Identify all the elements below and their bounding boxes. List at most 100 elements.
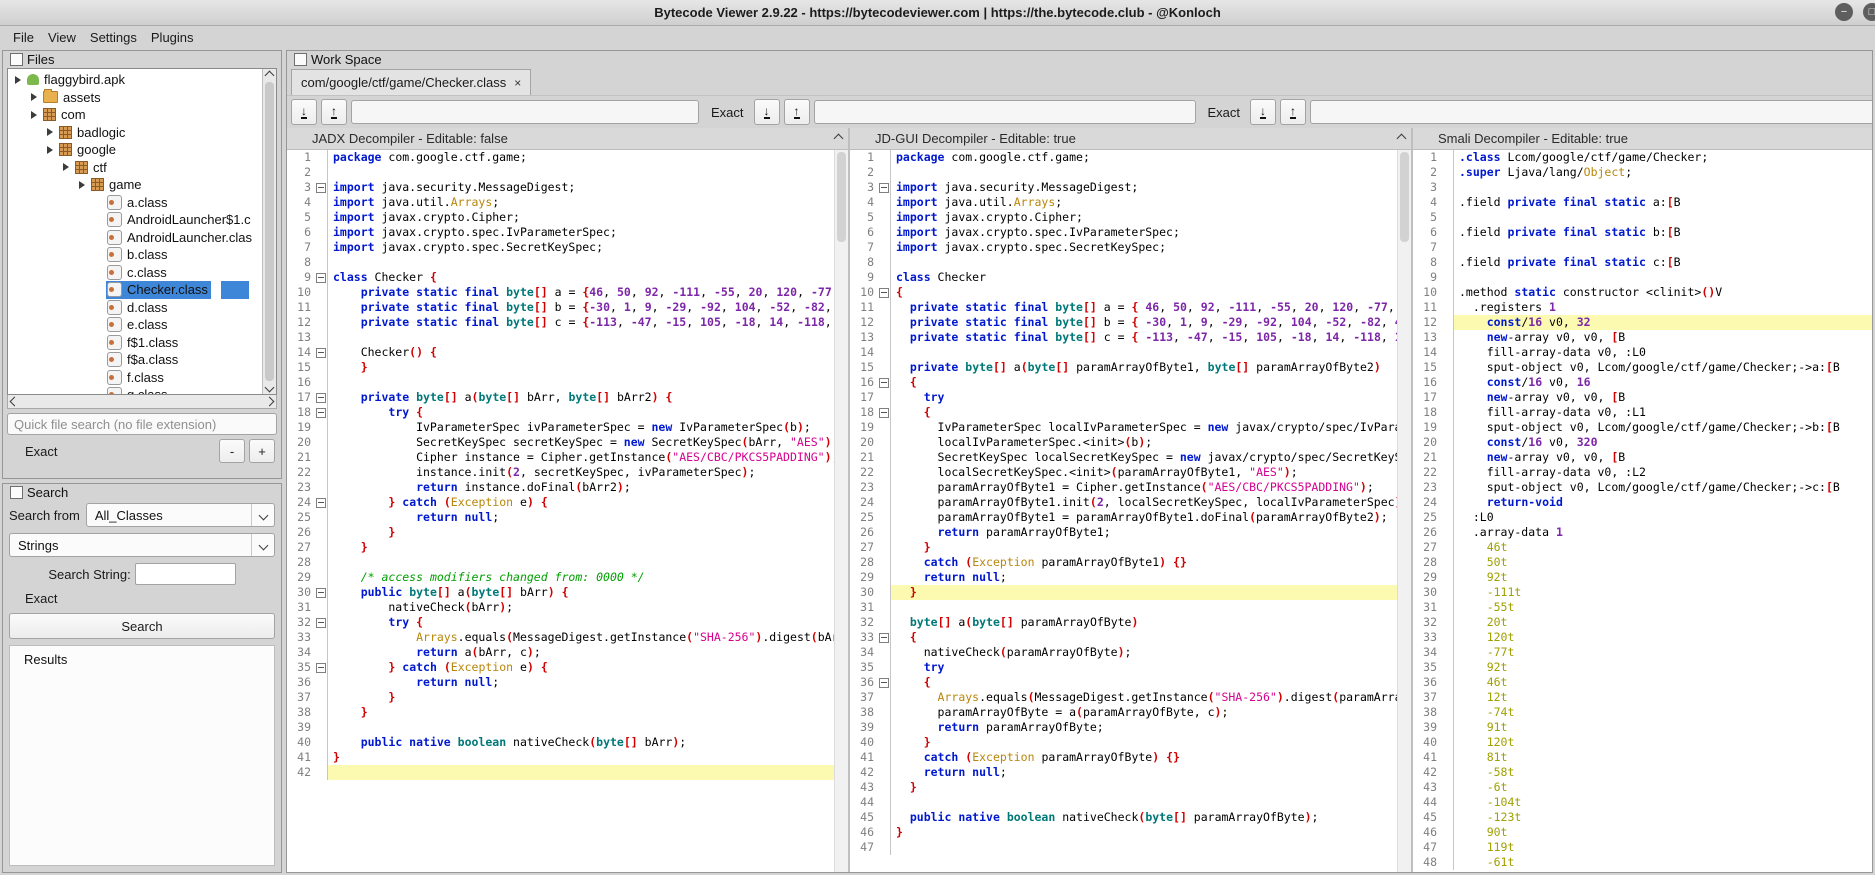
tree-item-flaggybird.apk[interactable]: flaggybird.apk: [8, 71, 262, 89]
scroll-left-icon[interactable]: [10, 397, 20, 407]
tree-item-f$a.class[interactable]: f$a.class: [8, 351, 262, 369]
tree-vertical-scrollbar[interactable]: [262, 69, 276, 394]
tree-item-c.class[interactable]: c.class: [8, 264, 262, 282]
file-tree[interactable]: flaggybird.apkassetscombadlogicgooglectf…: [8, 69, 262, 394]
tree-item-ctf[interactable]: ctf: [8, 159, 262, 177]
tree-item-AndroidLauncher.clas[interactable]: AndroidLauncher.clas: [8, 229, 262, 247]
expand-arrow-icon[interactable]: [12, 74, 24, 86]
fold-toggle[interactable]: [314, 180, 328, 195]
fold-toggle[interactable]: [314, 660, 328, 675]
fold-toggle[interactable]: [314, 585, 328, 600]
collapse-icon[interactable]: [316, 273, 326, 283]
font-decrease-button[interactable]: -: [219, 439, 245, 463]
collapse-icon[interactable]: [879, 678, 889, 688]
fold-toggle[interactable]: [877, 675, 891, 690]
collapse-icon[interactable]: [879, 288, 889, 298]
expand-arrow-icon[interactable]: [28, 109, 40, 121]
search-button[interactable]: Search: [9, 613, 275, 639]
scrollbar-thumb[interactable]: [265, 82, 274, 381]
fold-toggle[interactable]: [877, 630, 891, 645]
pane-exact-label-1[interactable]: Exact: [703, 105, 750, 120]
panel-toggle-icon[interactable]: [10, 486, 23, 499]
smali-code-editor[interactable]: 1.class Lcom/google/ctf/game/Checker;2.s…: [1413, 150, 1872, 872]
fold-toggle[interactable]: [314, 405, 328, 420]
files-exact-label[interactable]: Exact: [25, 444, 58, 459]
minimize-icon[interactable]: −: [1835, 3, 1853, 21]
search-prev-button[interactable]: ↑: [1280, 99, 1306, 125]
collapse-icon[interactable]: [879, 408, 889, 418]
collapse-icon[interactable]: [879, 633, 889, 643]
tree-item-f.class[interactable]: f.class: [8, 369, 262, 387]
tab-close-icon[interactable]: ×: [514, 76, 521, 90]
tree-item-d.class[interactable]: d.class: [8, 299, 262, 317]
tree-item-com[interactable]: com: [8, 106, 262, 124]
tree-item-Checker.class[interactable]: Checker.class: [8, 281, 262, 299]
scroll-up-icon[interactable]: [1394, 131, 1409, 146]
fold-toggle[interactable]: [877, 375, 891, 390]
collapse-icon[interactable]: [316, 588, 326, 598]
jdgui-vertical-scrollbar[interactable]: [1397, 150, 1411, 872]
pane-search-input-1[interactable]: [351, 100, 699, 124]
font-increase-button[interactable]: +: [249, 439, 275, 463]
fold-toggle[interactable]: [877, 405, 891, 420]
expand-arrow-icon[interactable]: [44, 144, 56, 156]
expand-arrow-icon[interactable]: [60, 161, 72, 173]
search-next-button[interactable]: ↓: [291, 99, 317, 125]
tree-item-assets[interactable]: assets: [8, 89, 262, 107]
panel-toggle-icon[interactable]: [294, 53, 307, 66]
tree-item-e.class[interactable]: e.class: [8, 316, 262, 334]
fold-toggle[interactable]: [877, 285, 891, 300]
tree-item-google[interactable]: google: [8, 141, 262, 159]
menu-plugins[interactable]: Plugins: [144, 30, 201, 45]
search-type-dropdown[interactable]: Strings: [9, 533, 275, 557]
fold-toggle[interactable]: [314, 270, 328, 285]
collapse-icon[interactable]: [879, 183, 889, 193]
tree-item-AndroidLauncher$1.c[interactable]: AndroidLauncher$1.c: [8, 211, 262, 229]
tree-item-a.class[interactable]: a.class: [8, 194, 262, 212]
expand-arrow-icon[interactable]: [44, 126, 56, 138]
search-results-area[interactable]: Results: [9, 645, 275, 866]
tree-item-g.class[interactable]: g.class: [8, 386, 262, 394]
fold-toggle[interactable]: [314, 345, 328, 360]
tree-horizontal-scrollbar[interactable]: [7, 395, 277, 409]
collapse-icon[interactable]: [879, 378, 889, 388]
panel-toggle-icon[interactable]: [10, 53, 23, 66]
jdgui-code-editor[interactable]: 1package com.google.ctf.game;23import ja…: [850, 150, 1397, 872]
collapse-icon[interactable]: [316, 393, 326, 403]
pane-search-input-2[interactable]: [814, 100, 1196, 124]
scroll-right-icon[interactable]: [265, 397, 275, 407]
tree-item-f$1.class[interactable]: f$1.class: [8, 334, 262, 352]
search-exact-label[interactable]: Exact: [25, 591, 58, 606]
search-prev-button[interactable]: ↑: [784, 99, 810, 125]
quick-file-search-input[interactable]: [7, 413, 277, 435]
collapse-icon[interactable]: [316, 183, 326, 193]
fold-toggle[interactable]: [314, 390, 328, 405]
search-next-button[interactable]: ↓: [754, 99, 780, 125]
fold-toggle[interactable]: [314, 495, 328, 510]
fold-toggle[interactable]: [877, 180, 891, 195]
collapse-icon[interactable]: [316, 348, 326, 358]
collapse-icon[interactable]: [316, 663, 326, 673]
maximize-icon[interactable]: □: [1863, 3, 1875, 21]
expand-arrow-icon[interactable]: [28, 91, 40, 103]
search-prev-button[interactable]: ↑: [321, 99, 347, 125]
expand-arrow-icon[interactable]: [76, 179, 88, 191]
menu-settings[interactable]: Settings: [83, 30, 144, 45]
chevron-down-icon[interactable]: [251, 534, 274, 556]
search-next-button[interactable]: ↓: [1250, 99, 1276, 125]
tree-item-game[interactable]: game: [8, 176, 262, 194]
jadx-code-editor[interactable]: 1package com.google.ctf.game;23import ja…: [287, 150, 834, 872]
collapse-icon[interactable]: [316, 498, 326, 508]
search-from-dropdown[interactable]: All_Classes: [86, 503, 275, 527]
fold-toggle[interactable]: [314, 615, 328, 630]
menu-view[interactable]: View: [41, 30, 83, 45]
chevron-down-icon[interactable]: [251, 504, 274, 526]
collapse-icon[interactable]: [316, 618, 326, 628]
scroll-down-icon[interactable]: [265, 383, 275, 393]
tab-checker-class[interactable]: com/google/ctf/game/Checker.class ×: [291, 69, 531, 95]
search-string-input[interactable]: [135, 563, 236, 585]
pane-exact-label-2[interactable]: Exact: [1200, 105, 1247, 120]
scroll-up-icon[interactable]: [831, 131, 846, 146]
scroll-up-icon[interactable]: [265, 71, 275, 81]
menu-file[interactable]: File: [6, 30, 41, 45]
